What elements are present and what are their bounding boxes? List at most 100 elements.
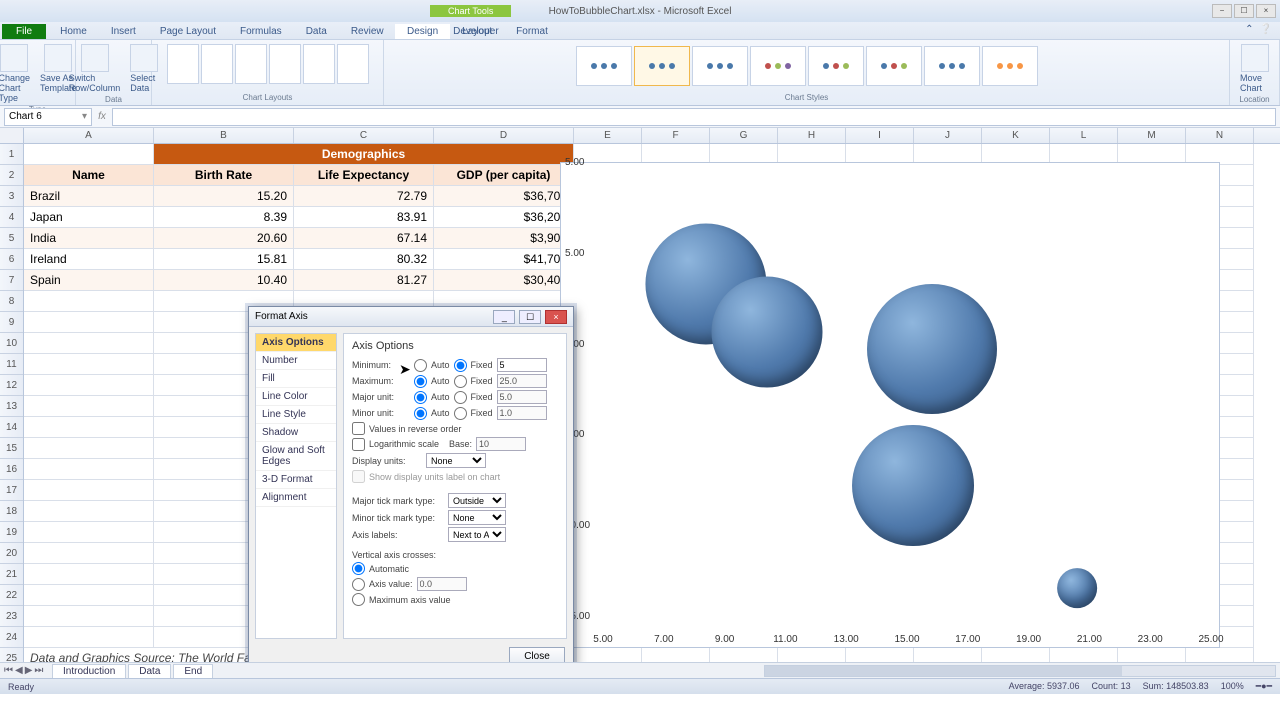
fx-icon[interactable]: fx	[92, 111, 112, 122]
table-cell[interactable]: $36,200	[434, 207, 574, 228]
nav-last-icon[interactable]: ⏭	[34, 665, 43, 676]
crosses-value-radio[interactable]	[352, 578, 365, 591]
row-header[interactable]: 23	[0, 606, 23, 627]
row-header[interactable]: 20	[0, 543, 23, 564]
nav-prev-icon[interactable]: ◀	[15, 665, 23, 676]
dlg-cat-number[interactable]: Number	[256, 352, 336, 370]
major-value-input[interactable]	[497, 390, 547, 404]
zoom-level[interactable]: 100%	[1221, 681, 1244, 692]
dlg-cat-shadow[interactable]: Shadow	[256, 424, 336, 442]
table-cell[interactable]: Ireland	[24, 249, 154, 270]
col-header[interactable]: L	[1050, 128, 1118, 143]
max-value-input[interactable]	[497, 374, 547, 388]
row-header[interactable]: 10	[0, 333, 23, 354]
row-header[interactable]: 22	[0, 585, 23, 606]
sheet-tab-bar[interactable]: ⏮◀▶⏭ IntroductionDataEnd	[0, 662, 1280, 678]
minimize-button[interactable]: −	[1212, 4, 1232, 18]
sheet-tab-end[interactable]: End	[173, 664, 213, 678]
row-header[interactable]: 16	[0, 459, 23, 480]
row-header[interactable]: 17	[0, 480, 23, 501]
switch-row-col-button[interactable]: Switch Row/Column	[65, 42, 125, 95]
max-fixed-radio[interactable]	[454, 375, 467, 388]
col-header[interactable]: J	[914, 128, 982, 143]
minor-fixed-radio[interactable]	[454, 407, 467, 420]
dialog-titlebar[interactable]: Format Axis _ ☐ ×	[249, 307, 573, 327]
chart-layouts-gallery[interactable]	[167, 42, 369, 84]
col-header[interactable]: C	[294, 128, 434, 143]
col-header[interactable]: G	[710, 128, 778, 143]
formula-bar[interactable]	[112, 108, 1276, 126]
dlg-cat-axis-options[interactable]: Axis Options	[256, 334, 336, 352]
col-header[interactable]: K	[982, 128, 1050, 143]
table-cell[interactable]: 72.79	[294, 186, 434, 207]
row-header[interactable]: 12	[0, 375, 23, 396]
col-header[interactable]: I	[846, 128, 914, 143]
table-cell[interactable]: 20.60	[154, 228, 294, 249]
dialog-close-icon[interactable]: ×	[545, 310, 567, 324]
table-cell[interactable]: 83.91	[294, 207, 434, 228]
table-cell[interactable]: 15.81	[154, 249, 294, 270]
dlg-cat-line-color[interactable]: Line Color	[256, 388, 336, 406]
row-header[interactable]: 21	[0, 564, 23, 585]
table-cell[interactable]: 10.40	[154, 270, 294, 291]
row-header[interactable]: 6	[0, 249, 23, 270]
table-cell[interactable]: Japan	[24, 207, 154, 228]
col-header[interactable]: N	[1186, 128, 1254, 143]
table-cell[interactable]: 15.20	[154, 186, 294, 207]
name-box[interactable]: Chart 6▾	[4, 108, 92, 126]
sheet-tab-data[interactable]: Data	[128, 664, 171, 678]
move-chart-button[interactable]: Move Chart	[1236, 42, 1273, 95]
table-cell[interactable]: $3,900	[434, 228, 574, 249]
dlg-cat-3-d-format[interactable]: 3-D Format	[256, 471, 336, 489]
row-header[interactable]: 11	[0, 354, 23, 375]
horizontal-scrollbar[interactable]	[764, 665, 1276, 677]
row-header[interactable]: 1	[0, 144, 23, 165]
minor-tick-select[interactable]: None	[448, 510, 506, 525]
max-auto-radio[interactable]	[414, 375, 427, 388]
maximize-button[interactable]: ☐	[1234, 4, 1254, 18]
major-fixed-radio[interactable]	[454, 391, 467, 404]
dlg-cat-glow-and-soft-edges[interactable]: Glow and Soft Edges	[256, 442, 336, 471]
dialog-min-icon[interactable]: _	[493, 310, 515, 324]
tab-file[interactable]: File	[2, 24, 46, 39]
reverse-checkbox[interactable]	[352, 422, 365, 435]
table-cell[interactable]: 8.39	[154, 207, 294, 228]
minor-value-input[interactable]	[497, 406, 547, 420]
row-header[interactable]: 5	[0, 228, 23, 249]
close-button[interactable]: ×	[1256, 4, 1276, 18]
dlg-cat-line-style[interactable]: Line Style	[256, 406, 336, 424]
col-header[interactable]: E	[574, 128, 642, 143]
row-header[interactable]: 18	[0, 501, 23, 522]
table-cell[interactable]: 80.32	[294, 249, 434, 270]
bubble-brazil[interactable]	[852, 425, 974, 547]
tab-page-layout[interactable]: Page Layout	[148, 24, 228, 39]
tab-home[interactable]: Home	[48, 24, 99, 39]
tab-design[interactable]: Design	[395, 24, 450, 39]
bubble-ireland[interactable]	[867, 284, 997, 414]
zoom-slider[interactable]: ━●━	[1256, 681, 1272, 692]
ribbon-min-icon[interactable]: ⌃	[1245, 24, 1253, 35]
bubble-chart[interactable]: 65.0070.005.005.005.005.005.007.009.0011…	[560, 162, 1220, 648]
table-cell[interactable]: $41,700	[434, 249, 574, 270]
nav-next-icon[interactable]: ▶	[25, 665, 33, 676]
crosses-value-input[interactable]	[417, 577, 467, 591]
row-header[interactable]: 8	[0, 291, 23, 312]
row-header[interactable]: 7	[0, 270, 23, 291]
sheet-tab-introduction[interactable]: Introduction	[52, 664, 126, 678]
tab-insert[interactable]: Insert	[99, 24, 148, 39]
dialog-category-list[interactable]: Axis OptionsNumberFillLine ColorLine Sty…	[255, 333, 337, 639]
row-header[interactable]: 19	[0, 522, 23, 543]
min-value-input[interactable]	[497, 358, 547, 372]
minor-auto-radio[interactable]	[414, 407, 427, 420]
worksheet-grid[interactable]: ABCDEFGHIJKLMN 1234567891011121314151617…	[0, 128, 1280, 694]
row-header[interactable]: 15	[0, 438, 23, 459]
help-icon[interactable]: ❔	[1260, 24, 1272, 35]
crosses-auto-radio[interactable]	[352, 562, 365, 575]
row-header[interactable]: 9	[0, 312, 23, 333]
table-cell[interactable]: Brazil	[24, 186, 154, 207]
axis-labels-select[interactable]: Next to Axis	[448, 527, 506, 542]
major-tick-select[interactable]: Outside	[448, 493, 506, 508]
row-header[interactable]: 4	[0, 207, 23, 228]
tab-formulas[interactable]: Formulas	[228, 24, 294, 39]
row-header[interactable]: 2	[0, 165, 23, 186]
